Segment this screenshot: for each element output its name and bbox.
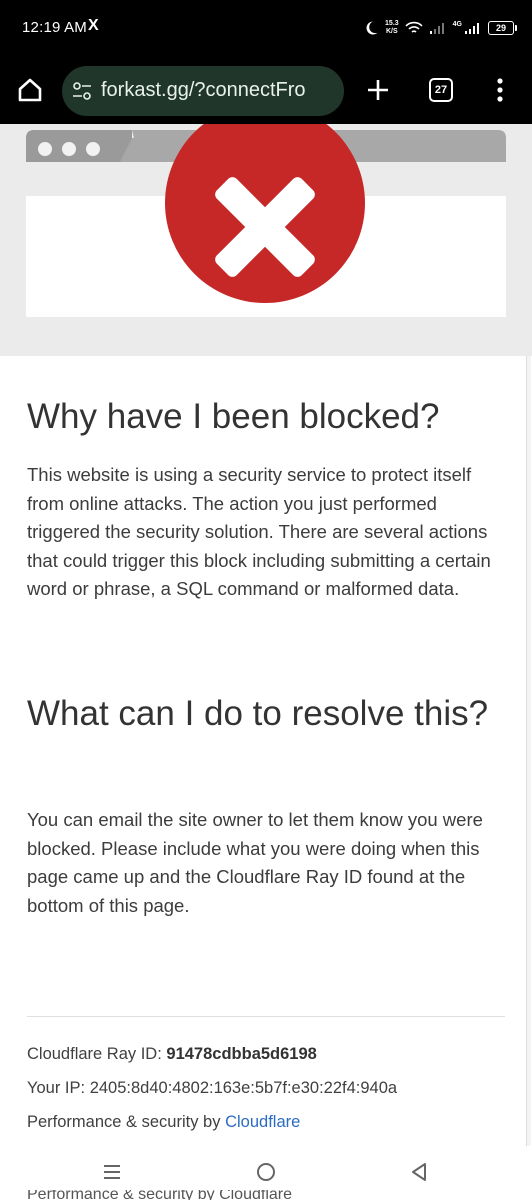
address-bar[interactable]: forkast.gg/?connectFro [62, 66, 344, 116]
clipped-footer-label: Performance & security by Cloudflare [27, 1190, 292, 1200]
browser-toolbar: forkast.gg/?connectFro 27 [0, 58, 532, 124]
ray-id-line: Cloudflare Ray ID: 91478cdbba5d6198 [27, 1045, 317, 1064]
blocked-heading: Why have I been blocked? [27, 397, 440, 436]
net-speed: 15.3 K/S [385, 20, 399, 36]
clipped-footer-text: Performance & security by Cloudflare [27, 1190, 327, 1200]
status-bar: 12:19 AM X 15.3 K/S 4G 29 [0, 0, 532, 58]
net-speed-value: 15.3 [385, 20, 399, 27]
tab-switcher-button[interactable]: 27 [429, 78, 453, 102]
resolve-heading: What can I do to resolve this? [27, 694, 489, 733]
divider [27, 1016, 505, 1017]
net-speed-unit: K/S [386, 28, 398, 35]
ray-id-label: Cloudflare Ray ID: [27, 1045, 162, 1063]
ray-id-value: 91478cdbba5d6198 [166, 1045, 317, 1063]
recent-apps-icon[interactable] [100, 1160, 124, 1184]
performance-label: Performance & security by [27, 1113, 221, 1131]
status-icons: 15.3 K/S 4G 29 [363, 16, 517, 40]
scrollbar[interactable] [526, 356, 531, 1156]
resolve-explanation: You can email the site owner to let them… [27, 809, 483, 916]
overflow-menu-icon[interactable] [494, 76, 506, 104]
blocked-explanation: This website is using a security service… [27, 464, 491, 599]
battery-icon: 29 [488, 21, 517, 35]
do-not-disturb-moon-icon [366, 21, 378, 35]
tab-count: 27 [434, 84, 448, 96]
battery-level: 29 [495, 23, 506, 33]
wifi-icon [405, 21, 423, 33]
cloudflare-link[interactable]: Cloudflare [225, 1113, 300, 1131]
ip-label: Your IP: [27, 1079, 86, 1097]
network-type: 4G [452, 20, 462, 28]
home-button-icon[interactable] [254, 1160, 278, 1184]
back-icon[interactable] [407, 1160, 431, 1184]
home-icon[interactable] [16, 76, 44, 104]
browser-error-graphic [26, 124, 506, 317]
performance-line: Performance & security by Cloudflare [27, 1113, 300, 1132]
new-tab-icon[interactable] [365, 77, 391, 103]
site-settings-icon[interactable] [72, 82, 92, 100]
url-text[interactable]: forkast.gg/?connectFro [101, 79, 306, 102]
x-app-icon: X [88, 17, 99, 34]
ip-line: Your IP: 2405:8d40:4802:163e:5b7f:e30:22… [27, 1079, 397, 1098]
signal-weak-icon [429, 23, 444, 34]
signal-strong-icon [465, 23, 479, 34]
error-illustration [0, 124, 532, 356]
clock: 12:19 AM [22, 19, 87, 36]
ip-value: 2405:8d40:4802:163e:5b7f:e30:22f4:940a [89, 1079, 398, 1097]
